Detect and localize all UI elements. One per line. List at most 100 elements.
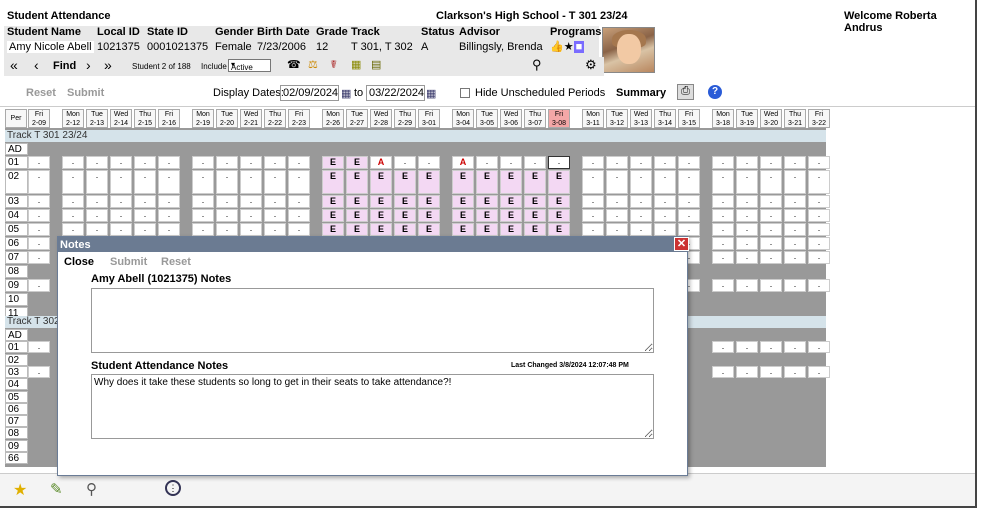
attendance-cell[interactable]: .	[582, 156, 604, 169]
attendance-cell[interactable]: .	[134, 156, 156, 169]
help-icon[interactable]: ?	[708, 85, 722, 99]
attendance-cell[interactable]: E	[370, 223, 392, 236]
attendance-cell[interactable]: .	[264, 170, 286, 194]
prev-record-icon[interactable]: ‹	[34, 57, 39, 73]
date-header-2-20[interactable]: Tue 2-20	[216, 109, 238, 128]
attendance-cell[interactable]: .	[524, 156, 546, 169]
attendance-cell[interactable]: .	[192, 156, 214, 169]
attendance-cell[interactable]: .	[288, 195, 310, 208]
date-header-3-14[interactable]: Thu 3-14	[654, 109, 676, 128]
date-header-3-06[interactable]: Wed 3-06	[500, 109, 522, 128]
attendance-cell[interactable]: E	[370, 195, 392, 208]
date-header-2-21[interactable]: Wed 2-21	[240, 109, 262, 128]
date-header-3-13[interactable]: Wed 3-13	[630, 109, 652, 128]
attendance-cell[interactable]: .	[606, 170, 628, 194]
include-select[interactable]: Active ▾	[228, 59, 271, 72]
medical-icon[interactable]: ☤	[330, 58, 337, 71]
attendance-cell[interactable]: .	[240, 195, 262, 208]
attendance-cell[interactable]: .	[28, 209, 50, 222]
attendance-cell[interactable]: .	[86, 209, 108, 222]
student-name[interactable]: Amy Nicole Abell	[7, 41, 94, 53]
to-date-input[interactable]: 03/22/2024	[366, 85, 425, 101]
date-header-3-01[interactable]: Fri 3-01	[418, 109, 440, 128]
attendance-cell[interactable]: E	[418, 209, 440, 222]
attendance-cell[interactable]: E	[322, 170, 344, 194]
attendance-cell[interactable]: .	[216, 156, 238, 169]
date-header-2-12[interactable]: Mon 2-12	[62, 109, 84, 128]
attendance-cell[interactable]: .	[288, 209, 310, 222]
attendance-cell[interactable]: .	[630, 209, 652, 222]
attendance-cell[interactable]: .	[62, 195, 84, 208]
attendance-cell[interactable]: .	[86, 170, 108, 194]
attendance-cell[interactable]: .	[736, 170, 758, 194]
attendance-cell[interactable]: E	[394, 209, 416, 222]
attendance-cell[interactable]: .	[678, 195, 700, 208]
star-icon[interactable]: ★	[13, 480, 27, 500]
attendance-cell[interactable]: .	[216, 223, 238, 236]
attendance-cell[interactable]: .	[630, 195, 652, 208]
date-header-3-12[interactable]: Tue 3-12	[606, 109, 628, 128]
attendance-cell[interactable]: E	[322, 156, 344, 169]
attendance-cell[interactable]: .	[288, 156, 310, 169]
attendance-cell[interactable]: .	[62, 209, 84, 222]
bus-icon[interactable]: ▤	[371, 58, 381, 71]
gear-icon[interactable]: ⚙	[585, 57, 597, 73]
attendance-cell[interactable]: E	[322, 223, 344, 236]
date-header-2-09[interactable]: Fri 2-09	[28, 109, 50, 128]
attendance-cell[interactable]: .	[712, 209, 734, 222]
attendance-cell[interactable]: .	[654, 170, 676, 194]
attendance-cell[interactable]: .	[28, 251, 50, 264]
attendance-cell[interactable]: .	[28, 341, 50, 353]
attendance-cell[interactable]: .	[760, 341, 782, 353]
attendance-cell[interactable]: .	[28, 156, 50, 169]
attendance-cell[interactable]: .	[678, 209, 700, 222]
attendance-cell[interactable]: E	[322, 195, 344, 208]
modal-close-button[interactable]: Close	[64, 256, 94, 268]
attendance-cell[interactable]: E	[548, 223, 570, 236]
attendance-cell[interactable]: .	[654, 223, 676, 236]
attendance-cell[interactable]: .	[712, 195, 734, 208]
attendance-cell[interactable]: E	[476, 223, 498, 236]
attendance-cell[interactable]: .	[62, 156, 84, 169]
date-header-3-15[interactable]: Fri 3-15	[678, 109, 700, 128]
program-badge-icon[interactable]: ■	[573, 41, 585, 53]
attendance-cell[interactable]: E	[500, 209, 522, 222]
attendance-cell[interactable]: .	[86, 223, 108, 236]
attendance-cell[interactable]: .	[606, 223, 628, 236]
attendance-cell[interactable]: .	[86, 156, 108, 169]
date-header-2-22[interactable]: Thu 2-22	[264, 109, 286, 128]
date-header-2-16[interactable]: Fri 2-16	[158, 109, 180, 128]
attendance-cell[interactable]: .	[630, 156, 652, 169]
attendance-cell[interactable]: .	[784, 195, 806, 208]
attendance-cell[interactable]: .	[760, 209, 782, 222]
date-header-3-21[interactable]: Thu 3-21	[784, 109, 806, 128]
attendance-cell[interactable]: .	[784, 170, 806, 194]
date-header-2-27[interactable]: Tue 2-27	[346, 109, 368, 128]
attendance-cell[interactable]: E	[418, 195, 440, 208]
attendance-cell[interactable]: .	[110, 195, 132, 208]
date-header-2-13[interactable]: Tue 2-13	[86, 109, 108, 128]
attendance-cell[interactable]: E	[370, 209, 392, 222]
date-header-2-23[interactable]: Fri 2-23	[288, 109, 310, 128]
attendance-cell[interactable]: .	[28, 279, 50, 292]
date-header-3-07[interactable]: Thu 3-07	[524, 109, 546, 128]
attendance-cell[interactable]: .	[606, 156, 628, 169]
attendance-cell[interactable]: .	[158, 195, 180, 208]
attendance-cell[interactable]: .	[712, 251, 734, 264]
attendance-cell[interactable]: E	[394, 223, 416, 236]
date-header-3-04[interactable]: Mon 3-04	[452, 109, 474, 128]
modal-submit-button[interactable]: Submit	[110, 256, 147, 268]
attendance-cell[interactable]: .	[158, 223, 180, 236]
attendance-cell[interactable]: E	[346, 156, 368, 169]
attendance-cell[interactable]: .	[134, 209, 156, 222]
attendance-cell[interactable]: E	[524, 223, 546, 236]
thumb-icon[interactable]: 👍	[550, 41, 564, 53]
attendance-cell[interactable]: .	[62, 223, 84, 236]
attendance-cell[interactable]: .	[760, 223, 782, 236]
submit-button[interactable]: Submit	[67, 87, 104, 99]
attendance-cell[interactable]: .	[62, 170, 84, 194]
attendance-cell[interactable]: E	[418, 223, 440, 236]
attendance-cell[interactable]: .	[28, 366, 50, 378]
date-header-2-15[interactable]: Thu 2-15	[134, 109, 156, 128]
attendance-cell[interactable]: .	[712, 237, 734, 250]
